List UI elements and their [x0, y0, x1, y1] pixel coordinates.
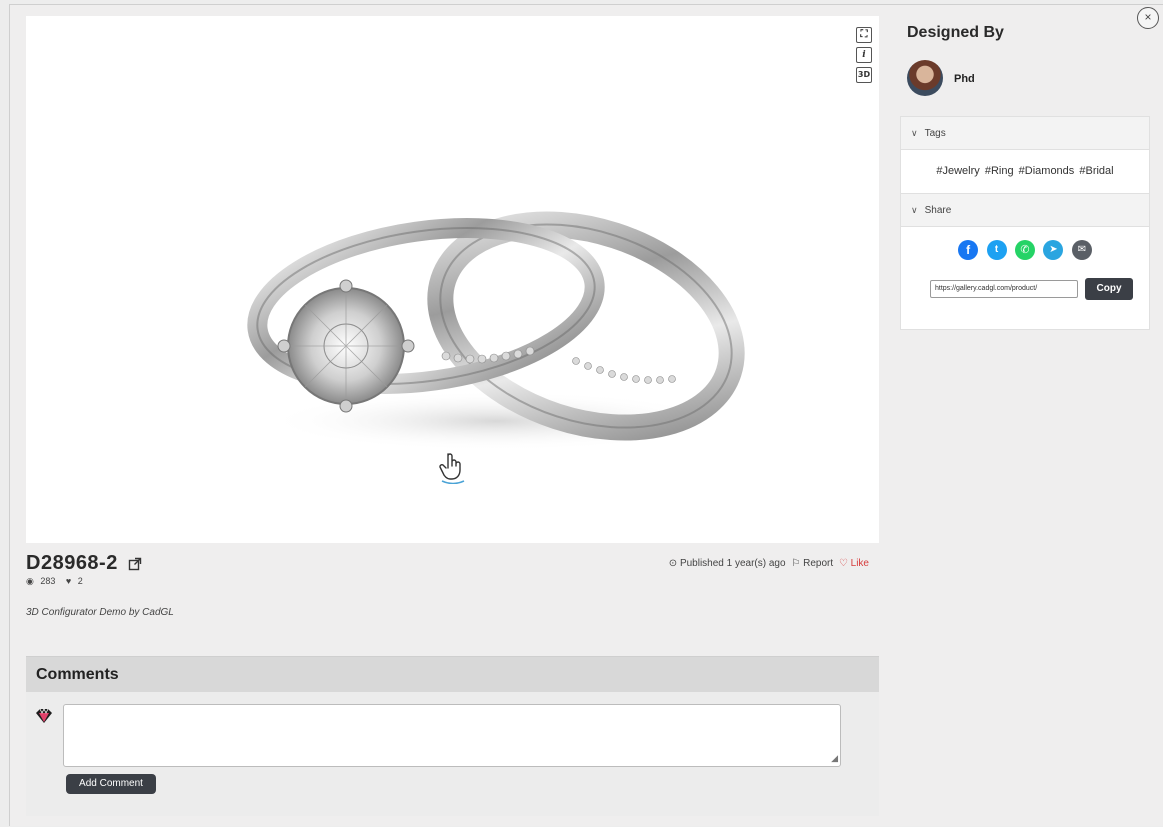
comments-header: Comments: [26, 656, 879, 692]
published-text: Published 1 year(s) ago: [679, 558, 786, 569]
share-link-row: https://gallery.cadgl.com/product/ Copy: [901, 278, 1149, 302]
eye-icon: ◉: [26, 576, 34, 586]
ring-model-render: [247, 211, 745, 451]
3d-viewer[interactable]: ⛶ i 3D: [26, 16, 879, 543]
avatar[interactable]: [907, 60, 943, 96]
chevron-down-icon: ∨: [911, 128, 918, 138]
share-url-field[interactable]: https://gallery.cadgl.com/product/: [930, 280, 1078, 298]
tag-ring[interactable]: #Ring: [985, 165, 1014, 177]
like-label: Like: [850, 558, 869, 569]
tag-jewelry[interactable]: #Jewelry: [936, 165, 979, 177]
likes-count: 2: [77, 576, 83, 586]
rotate-hint-icon: [439, 453, 465, 484]
tags-label: Tags: [924, 128, 946, 139]
add-comment-button[interactable]: Add Comment: [66, 774, 156, 794]
share-accordion-header[interactable]: ∨ Share: [901, 194, 1149, 227]
product-title-row: D28968-2: [26, 552, 142, 575]
tags-accordion-header[interactable]: ∨ Tags: [901, 117, 1149, 150]
share-icons: f t ✆ ➤ ✉: [901, 240, 1149, 262]
tags-list: #Jewelry #Ring #Diamonds #Bridal: [901, 150, 1149, 194]
copy-button[interactable]: Copy: [1085, 278, 1133, 300]
comment-textarea[interactable]: ◢: [63, 704, 841, 767]
report-label: Report: [803, 558, 834, 569]
designed-by-heading: Designed By: [907, 24, 1004, 41]
report-link[interactable]: ⚐ Report: [791, 558, 833, 569]
resize-handle-icon[interactable]: ◢: [831, 753, 838, 764]
whatsapp-icon[interactable]: ✆: [1015, 240, 1035, 260]
viewer-toolbar: ⛶ i 3D: [856, 27, 872, 87]
telegram-icon[interactable]: ➤: [1043, 240, 1064, 260]
tag-bridal[interactable]: #Bridal: [1079, 165, 1113, 177]
facebook-icon[interactable]: f: [958, 240, 979, 260]
chevron-down-icon: ∨: [911, 205, 918, 215]
share-label: Share: [924, 205, 952, 216]
details-panel: ∨ Tags #Jewelry #Ring #Diamonds #Bridal ∨…: [900, 116, 1150, 330]
close-icon[interactable]: ×: [1137, 7, 1159, 29]
product-meta: ⊙ Published 1 year(s) ago ⚐ Report ♡ Lik…: [666, 558, 869, 569]
product-stats: ◉ 283 ♥ 2: [26, 576, 91, 587]
views-count: 283: [40, 576, 56, 586]
like-button[interactable]: ♡ Like: [839, 558, 869, 569]
heart-icon: ♥: [65, 576, 72, 586]
comments-panel: Comments ◢ Add Comment: [26, 656, 879, 816]
diamond-icon: [36, 708, 52, 723]
product-title: D28968-2: [26, 552, 118, 574]
3d-icon[interactable]: 3D: [856, 67, 872, 83]
views-stat: ◉ 283: [26, 576, 59, 586]
heart-outline-icon: ♡: [838, 558, 848, 569]
designer-name[interactable]: Phd: [954, 73, 975, 85]
flag-icon: ⚐: [791, 558, 801, 569]
tag-diamonds[interactable]: #Diamonds: [1019, 165, 1075, 177]
product-description: 3D Configurator Demo by CadGL: [26, 607, 174, 618]
likes-stat: ♥ 2: [66, 576, 87, 586]
external-link-icon[interactable]: [128, 557, 142, 571]
published-info: ⊙ Published 1 year(s) ago: [669, 558, 786, 569]
fullscreen-icon[interactable]: ⛶: [856, 27, 872, 43]
clock-icon: ⊙: [668, 558, 678, 569]
email-icon[interactable]: ✉: [1071, 240, 1092, 260]
info-icon[interactable]: i: [856, 47, 872, 63]
twitter-icon[interactable]: t: [986, 240, 1007, 260]
